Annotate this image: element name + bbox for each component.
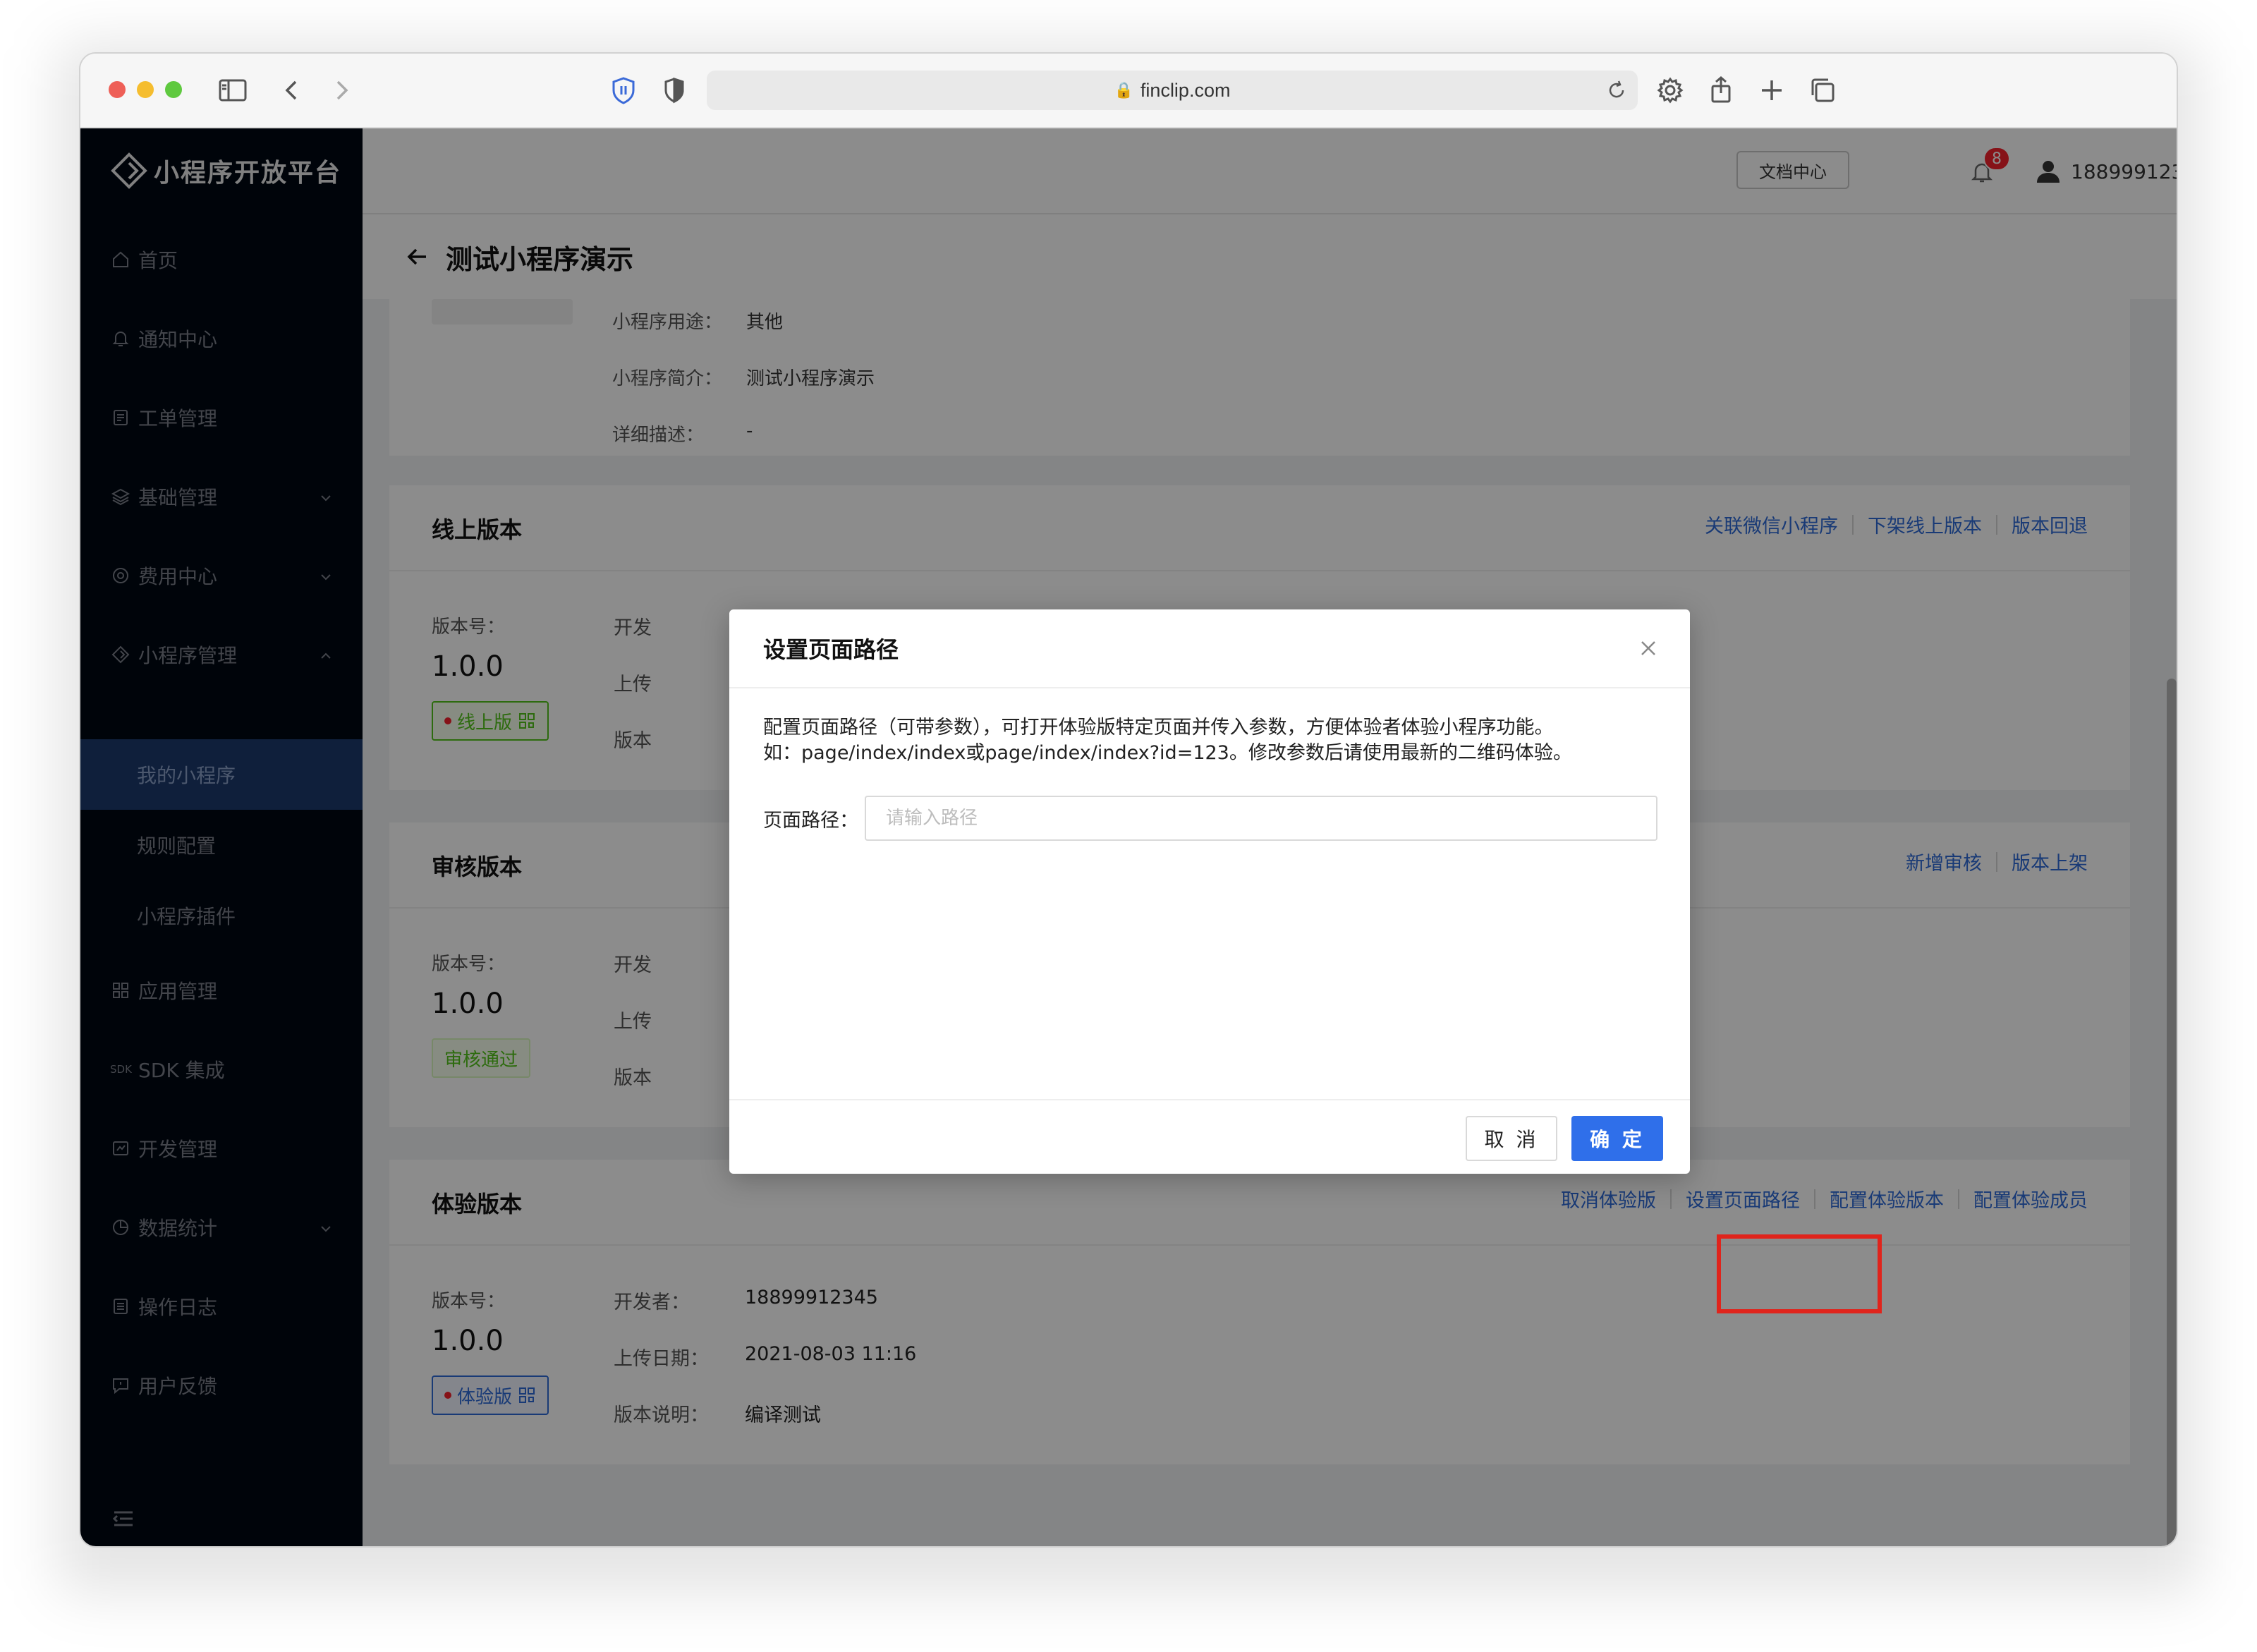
close-window-button[interactable] xyxy=(109,81,126,98)
highlight-annotation xyxy=(1717,1234,1882,1313)
sidebar-toggle-icon[interactable] xyxy=(216,73,250,107)
set-page-path-dialog: 设置页面路径 配置页面路径（可带参数），可打开体验版特定页面并传入参数，方便体验… xyxy=(729,609,1690,1174)
forward-arrow-icon[interactable] xyxy=(324,73,358,107)
shield-half-icon[interactable] xyxy=(657,73,691,107)
close-icon[interactable] xyxy=(1638,638,1659,659)
dialog-footer: 取 消 确 定 xyxy=(729,1099,1690,1174)
dialog-header: 设置页面路径 xyxy=(729,609,1690,688)
share-icon[interactable] xyxy=(1704,73,1738,107)
tab-overview-icon[interactable] xyxy=(1806,73,1839,107)
page-path-input[interactable] xyxy=(865,796,1657,841)
url-text: finclip.com xyxy=(1140,79,1231,101)
dialog-title: 设置页面路径 xyxy=(763,636,899,663)
browser-toolbar: 🔒 finclip.com xyxy=(80,54,2177,128)
privacy-shield-icon[interactable] xyxy=(607,73,640,107)
cancel-button[interactable]: 取 消 xyxy=(1466,1116,1557,1161)
zoom-window-button[interactable] xyxy=(165,81,182,98)
confirm-button[interactable]: 确 定 xyxy=(1571,1116,1663,1161)
minimize-window-button[interactable] xyxy=(137,81,154,98)
url-bar[interactable]: 🔒 finclip.com xyxy=(707,71,1638,110)
new-tab-plus-icon[interactable] xyxy=(1755,73,1789,107)
modal-overlay-sidebar xyxy=(80,128,363,1546)
gear-icon[interactable] xyxy=(1653,73,1687,107)
dialog-description: 配置页面路径（可带参数），可打开体验版特定页面并传入参数，方便体验者体验小程序功… xyxy=(763,717,1572,764)
lock-icon: 🔒 xyxy=(1114,81,1133,99)
browser-window: 🔒 finclip.com 小程序开放平台 首页 通知中心 工单管理 基础管理 … xyxy=(79,52,2178,1548)
reload-icon[interactable] xyxy=(1605,79,1628,102)
page-path-label: 页面路径： xyxy=(763,809,858,832)
back-arrow-icon[interactable] xyxy=(275,73,309,107)
